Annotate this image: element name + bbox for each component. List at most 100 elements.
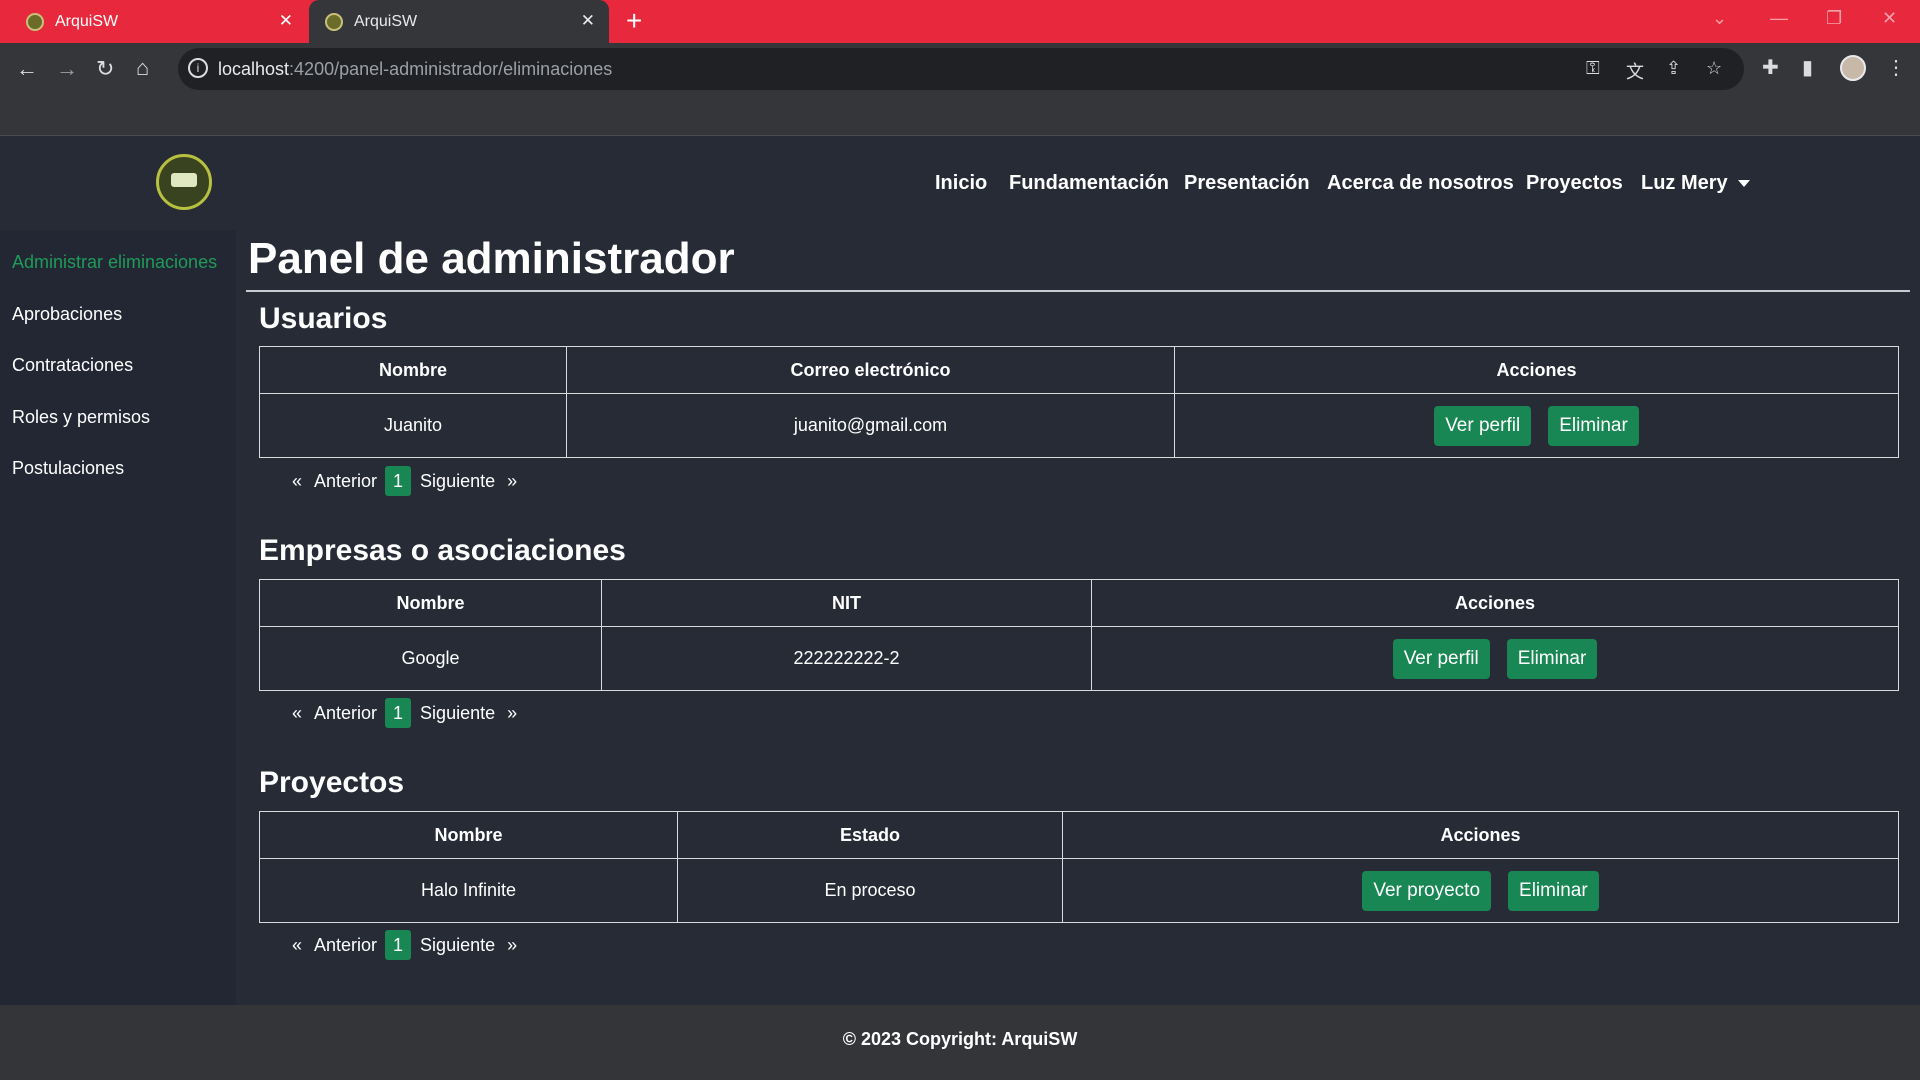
prev-page-link[interactable]: Anterior xyxy=(314,935,377,956)
nav-inicio[interactable]: Inicio xyxy=(935,172,987,195)
table-row: Google 222222222-2 Ver perfil Eliminar xyxy=(259,626,1899,691)
first-page-link[interactable]: « xyxy=(292,471,302,492)
prev-page-link[interactable]: Anterior xyxy=(314,471,377,492)
cell-correo: juanito@gmail.com xyxy=(566,393,1175,458)
table-header-row: Nombre Correo electrónico Acciones xyxy=(259,346,1899,394)
table-header-row: Nombre Estado Acciones xyxy=(259,811,1899,859)
address-bar[interactable]: i localhost:4200/panel-administrador/eli… xyxy=(178,48,1744,90)
web-page: Inicio Fundamentación Presentación Acerc… xyxy=(0,136,1920,1080)
nav-presentacion[interactable]: Presentación xyxy=(1184,172,1310,195)
browser-toolbar: ← → ↻ ⌂ i localhost:4200/panel-administr… xyxy=(0,43,1920,136)
last-page-link[interactable]: » xyxy=(507,703,517,724)
sidebar-item-administrar-eliminaciones[interactable]: Administrar eliminaciones xyxy=(12,252,217,273)
first-page-link[interactable]: « xyxy=(292,703,302,724)
cell-acciones: Ver proyecto Eliminar xyxy=(1062,858,1899,923)
nav-acerca-de-nosotros[interactable]: Acerca de nosotros xyxy=(1327,172,1514,195)
cell-nit: 222222222-2 xyxy=(601,626,1092,691)
sidepanel-icon[interactable]: ▮ xyxy=(1802,55,1813,80)
main-content: Panel de administrador Usuarios Nombre C… xyxy=(236,230,1920,1005)
next-page-link[interactable]: Siguiente xyxy=(420,471,495,492)
sidebar-item-roles-y-permisos[interactable]: Roles y permisos xyxy=(12,407,150,428)
browser-tab-bar: ArquiSW ✕ ArquiSW ✕ + ⌄ — ❐ ✕ xyxy=(0,0,1920,43)
menu-icon[interactable]: ⋮ xyxy=(1886,55,1906,80)
usuarios-table: Nombre Correo electrónico Acciones Juani… xyxy=(259,346,1899,458)
column-header: Nombre xyxy=(259,811,678,859)
column-header: Nombre xyxy=(259,346,567,394)
browser-tab-2[interactable]: ArquiSW ✕ xyxy=(309,0,609,43)
profile-avatar[interactable] xyxy=(1840,55,1866,81)
column-header: NIT xyxy=(601,579,1092,627)
close-window-icon[interactable]: ✕ xyxy=(1882,8,1897,29)
favicon-icon xyxy=(325,12,343,31)
ver-perfil-button[interactable]: Ver perfil xyxy=(1434,405,1532,446)
nav-fundamentacion[interactable]: Fundamentación xyxy=(1009,172,1169,195)
nav-proyectos[interactable]: Proyectos xyxy=(1526,172,1623,195)
user-name: Luz Mery xyxy=(1641,172,1728,194)
minimize-icon[interactable]: — xyxy=(1770,8,1788,29)
table-row: Juanito juanito@gmail.com Ver perfil Eli… xyxy=(259,393,1899,458)
sidebar: Administrar eliminaciones Aprobaciones C… xyxy=(0,230,236,1005)
back-icon[interactable]: ← xyxy=(16,56,38,82)
cell-estado: En proceso xyxy=(677,858,1063,923)
share-icon[interactable]: ⇪ xyxy=(1666,58,1681,79)
sidebar-item-contrataciones[interactable]: Contrataciones xyxy=(12,355,133,376)
site-header: Inicio Fundamentación Presentación Acerc… xyxy=(0,136,1920,230)
empresas-table: Nombre NIT Acciones Google 222222222-2 V… xyxy=(259,579,1899,691)
first-page-link[interactable]: « xyxy=(292,935,302,956)
chevron-down-icon xyxy=(1737,180,1750,188)
browser-tab-1[interactable]: ArquiSW ✕ xyxy=(0,0,307,43)
section-title-proyectos: Proyectos xyxy=(259,766,405,799)
last-page-link[interactable]: » xyxy=(507,471,517,492)
site-footer: © 2023 Copyright: ArquiSW xyxy=(0,1005,1920,1080)
page-title: Panel de administrador xyxy=(248,234,735,283)
tab-search-icon[interactable]: ⌄ xyxy=(1712,8,1727,29)
tab-title: ArquiSW xyxy=(354,12,418,30)
ver-proyecto-button[interactable]: Ver proyecto xyxy=(1362,870,1492,911)
favicon-icon xyxy=(26,12,44,31)
tab-title: ArquiSW xyxy=(55,12,119,30)
eliminar-button[interactable]: Eliminar xyxy=(1548,405,1639,446)
prev-page-link[interactable]: Anterior xyxy=(314,703,377,724)
divider xyxy=(246,290,1910,292)
column-header: Acciones xyxy=(1062,811,1899,859)
copyright-text: © 2023 Copyright: ArquiSW xyxy=(842,1029,1078,1049)
close-tab-icon[interactable]: ✕ xyxy=(581,11,595,31)
table-row: Halo Infinite En proceso Ver proyecto El… xyxy=(259,858,1899,923)
section-title-usuarios: Usuarios xyxy=(259,302,388,335)
close-tab-icon[interactable]: ✕ xyxy=(279,11,293,31)
sidebar-item-aprobaciones[interactable]: Aprobaciones xyxy=(12,304,122,325)
extensions-icon[interactable]: ✚ xyxy=(1762,55,1779,80)
user-menu[interactable]: Luz Mery xyxy=(1641,172,1750,195)
home-icon[interactable]: ⌂ xyxy=(136,55,149,81)
next-page-link[interactable]: Siguiente xyxy=(420,703,495,724)
translate-icon[interactable]: 文 xyxy=(1626,58,1644,84)
last-page-link[interactable]: » xyxy=(507,935,517,956)
next-page-link[interactable]: Siguiente xyxy=(420,935,495,956)
reload-icon[interactable]: ↻ xyxy=(96,56,114,82)
ver-perfil-button[interactable]: Ver perfil xyxy=(1392,638,1490,679)
table-header-row: Nombre NIT Acciones xyxy=(259,579,1899,627)
forward-icon[interactable]: → xyxy=(56,56,78,82)
site-info-icon[interactable]: i xyxy=(188,58,208,78)
pagination: « Anterior 1 Siguiente » xyxy=(292,930,517,960)
cell-acciones: Ver perfil Eliminar xyxy=(1091,626,1899,691)
eliminar-button[interactable]: Eliminar xyxy=(1508,870,1599,911)
column-header: Estado xyxy=(677,811,1063,859)
star-icon[interactable]: ☆ xyxy=(1706,58,1722,79)
column-header: Acciones xyxy=(1174,346,1899,394)
restore-icon[interactable]: ❐ xyxy=(1826,8,1842,29)
proyectos-table: Nombre Estado Acciones Halo Infinite En … xyxy=(259,811,1899,923)
url-text: localhost:4200/panel-administrador/elimi… xyxy=(218,59,613,79)
key-icon[interactable]: ⚿ xyxy=(1586,58,1600,79)
cell-nombre: Halo Infinite xyxy=(259,858,678,923)
page-number[interactable]: 1 xyxy=(385,698,412,728)
page-number[interactable]: 1 xyxy=(385,930,412,960)
cell-acciones: Ver perfil Eliminar xyxy=(1174,393,1899,458)
sidebar-item-postulaciones[interactable]: Postulaciones xyxy=(12,458,124,479)
site-logo[interactable] xyxy=(156,154,212,210)
page-number[interactable]: 1 xyxy=(385,466,412,496)
eliminar-button[interactable]: Eliminar xyxy=(1506,638,1598,679)
new-tab-icon[interactable]: + xyxy=(626,6,642,36)
cell-nombre: Google xyxy=(259,626,602,691)
column-header: Nombre xyxy=(259,579,602,627)
